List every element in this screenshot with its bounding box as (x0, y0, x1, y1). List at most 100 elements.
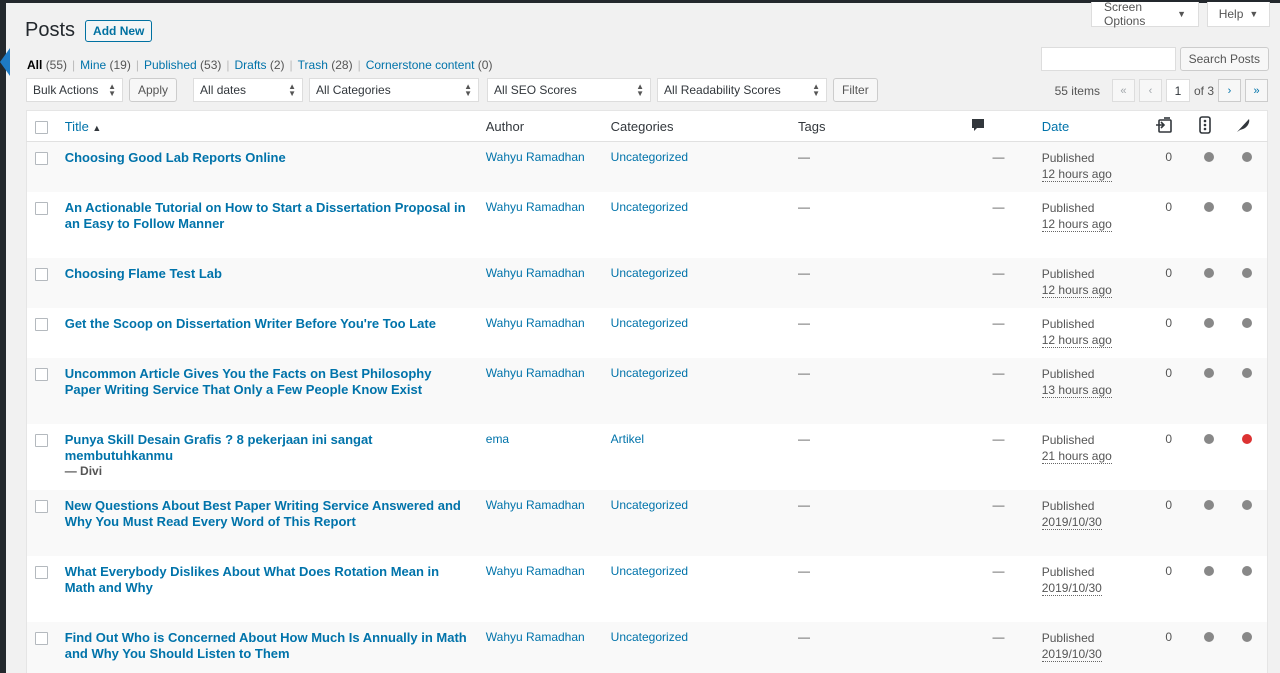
post-title-link[interactable]: What Everybody Dislikes About What Does … (65, 564, 439, 595)
date-sort-link[interactable]: Date (1042, 119, 1069, 134)
internal-links-icon (1155, 116, 1173, 133)
readability-filter-value: All Readability Scores (664, 83, 781, 97)
category-cell: Uncategorized (603, 142, 790, 192)
view-all[interactable]: All (55) (27, 58, 67, 72)
category-link[interactable]: Uncategorized (611, 316, 688, 330)
author-link[interactable]: Wahyu Ramadhan (486, 200, 585, 214)
category-link[interactable]: Uncategorized (611, 366, 688, 380)
screen-options-button[interactable]: Screen Options ▼ (1091, 0, 1199, 28)
bulk-actions-select[interactable]: Bulk Actions ▲ ▼ (26, 78, 123, 102)
author-cell: Wahyu Ramadhan (478, 308, 603, 358)
author-link[interactable]: Wahyu Ramadhan (486, 564, 585, 578)
readability-score-dot (1242, 152, 1253, 162)
author-link[interactable]: Wahyu Ramadhan (486, 630, 585, 644)
select-all-checkbox[interactable] (35, 120, 48, 134)
post-title-link[interactable]: New Questions About Best Paper Writing S… (65, 498, 461, 529)
view-drafts[interactable]: Drafts (2) (235, 58, 285, 72)
author-link[interactable]: Wahyu Ramadhan (486, 266, 585, 280)
post-date: 12 hours ago (1041, 216, 1112, 232)
column-title[interactable]: Title ▲ (56, 110, 478, 142)
last-page-button[interactable]: » (1245, 79, 1268, 102)
row-checkbox[interactable] (35, 367, 48, 381)
links-count-cell: 0 (1165, 629, 1173, 644)
seo-score-filter-select[interactable]: All SEO Scores ▲ ▼ (487, 78, 652, 102)
column-links (1146, 110, 1191, 142)
post-title-link[interactable]: Choosing Good Lab Reports Online (65, 150, 286, 165)
view-cornerstone-content[interactable]: Cornerstone content (0) (366, 58, 493, 72)
category-link[interactable]: Uncategorized (611, 498, 688, 512)
categories-filter-select[interactable]: All Categories ▲ ▼ (309, 78, 480, 102)
dates-filter-value: All dates (200, 83, 247, 97)
table-row: New Questions About Best Paper Writing S… (26, 489, 1268, 556)
view-label[interactable]: Mine (80, 58, 106, 72)
view-trash[interactable]: Trash (28) (298, 58, 353, 72)
post-status: Published (1041, 200, 1095, 215)
select-arrows-icon: ▲ ▼ (812, 82, 821, 98)
seo-score-cell (1191, 490, 1227, 556)
title-cell: Find Out Who is Concerned About How Much… (57, 622, 478, 673)
row-checkbox[interactable] (35, 317, 48, 331)
author-link[interactable]: Wahyu Ramadhan (486, 316, 585, 330)
row-checkbox-cell (27, 622, 57, 673)
author-cell: Wahyu Ramadhan (478, 142, 603, 192)
readability-filter-select[interactable]: All Readability Scores ▲ ▼ (657, 78, 828, 102)
search-input[interactable] (1040, 47, 1176, 71)
column-date[interactable]: Date (1033, 110, 1147, 142)
post-title-link[interactable]: Uncommon Article Gives You the Facts on … (65, 366, 432, 397)
admin-menu-edge (0, 0, 10, 673)
category-link[interactable]: Uncategorized (611, 200, 688, 214)
post-title-link[interactable]: Punya Skill Desain Grafis ? 8 pekerjaan … (65, 432, 373, 463)
author-link[interactable]: Wahyu Ramadhan (486, 366, 585, 380)
post-title-link[interactable]: Find Out Who is Concerned About How Much… (65, 630, 467, 661)
readability-cell (1227, 424, 1267, 490)
apply-button[interactable]: Apply (129, 78, 178, 102)
comments-cell: — (992, 265, 1005, 280)
seo-score-cell (1191, 308, 1227, 358)
post-date: 12 hours ago (1041, 167, 1112, 182)
category-link[interactable]: Artikel (611, 432, 644, 446)
row-checkbox[interactable] (35, 267, 48, 281)
post-title-link[interactable]: Get the Scoop on Dissertation Writer Bef… (65, 316, 436, 331)
view-mine[interactable]: Mine (19) (80, 58, 131, 72)
author-cell: Wahyu Ramadhan (478, 556, 603, 622)
row-checkbox[interactable] (35, 631, 48, 645)
comments-cell: — (992, 629, 1005, 644)
view-label[interactable]: Published (144, 58, 197, 72)
view-published[interactable]: Published (53) (144, 58, 221, 72)
post-title-link[interactable]: Choosing Flame Test Lab (65, 266, 222, 281)
current-page-input[interactable]: 1 (1165, 79, 1190, 102)
post-title-link[interactable]: An Actionable Tutorial on How to Start a… (65, 200, 466, 231)
author-link[interactable]: Wahyu Ramadhan (486, 150, 585, 164)
title-sort-link[interactable]: Title ▲ (65, 119, 102, 134)
dates-filter-select[interactable]: All dates ▲ ▼ (193, 78, 304, 102)
row-checkbox[interactable] (35, 565, 48, 579)
add-new-button[interactable]: Add New (85, 19, 153, 42)
help-button[interactable]: Help ▼ (1207, 2, 1270, 27)
next-page-button[interactable]: › (1218, 79, 1241, 102)
view-label[interactable]: Drafts (235, 58, 267, 72)
post-status: Published (1041, 564, 1095, 579)
title-cell: Choosing Good Lab Reports Online (57, 142, 478, 192)
comments-cell: — (992, 497, 1005, 512)
category-link[interactable]: Uncategorized (611, 150, 688, 164)
row-checkbox[interactable] (35, 152, 48, 165)
author-link[interactable]: Wahyu Ramadhan (486, 498, 585, 512)
search-posts-button[interactable]: Search Posts (1179, 47, 1269, 71)
row-checkbox[interactable] (35, 201, 48, 215)
post-status: Published (1041, 498, 1095, 513)
view-label[interactable]: Cornerstone content (366, 58, 475, 72)
author-link[interactable]: ema (486, 432, 509, 446)
category-link[interactable]: Uncategorized (611, 564, 688, 578)
readability-score-dot (1242, 267, 1253, 278)
filter-button[interactable]: Filter (833, 78, 878, 102)
category-link[interactable]: Uncategorized (611, 266, 688, 280)
comments-cell: — (992, 431, 1005, 446)
category-cell: Uncategorized (603, 556, 790, 622)
column-comments[interactable] (963, 110, 1034, 142)
tags-cell: — (798, 315, 810, 330)
row-checkbox[interactable] (35, 499, 48, 513)
row-checkbox[interactable] (35, 433, 48, 447)
view-label[interactable]: Trash (298, 58, 328, 72)
table-row: What Everybody Dislikes About What Does … (26, 555, 1268, 622)
category-link[interactable]: Uncategorized (611, 630, 688, 644)
